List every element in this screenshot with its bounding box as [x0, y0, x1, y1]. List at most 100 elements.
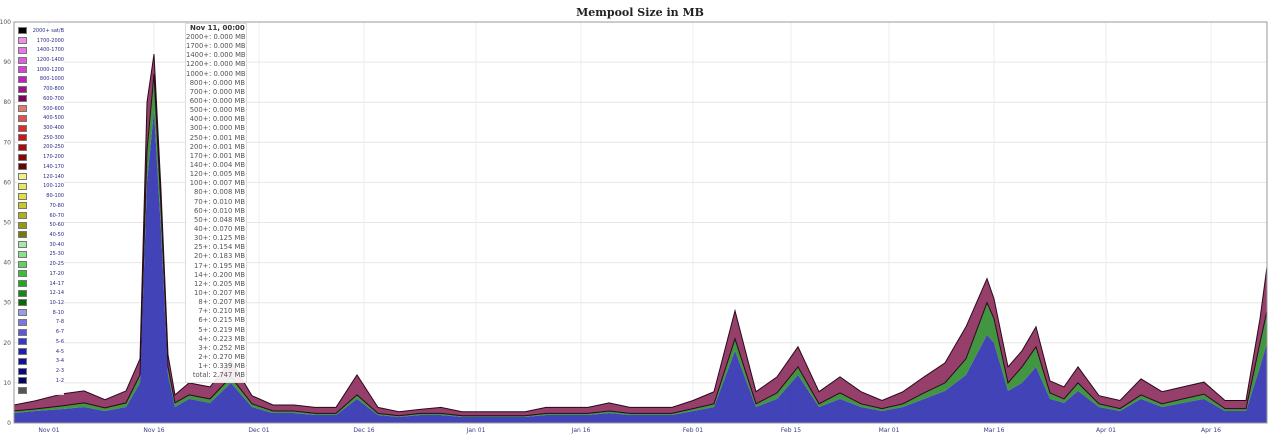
- tooltip-row: 70+: 0.010 MB: [186, 198, 246, 207]
- legend-label: 5-6: [55, 338, 64, 345]
- tooltip-row-key: 200+: [189, 142, 209, 151]
- legend-item[interactable]: 700-800: [18, 84, 64, 94]
- tooltip-row-key: 17+: [194, 261, 209, 270]
- legend-item[interactable]: 1200-1400: [18, 55, 64, 65]
- tooltip-row-value: 0.048 MB: [212, 215, 245, 224]
- legend-item[interactable]: 400-500: [18, 113, 64, 123]
- legend-item[interactable]: 20-25: [18, 259, 64, 269]
- legend-item[interactable]: 60-70: [18, 211, 64, 221]
- legend-item[interactable]: 2000+ sat/B: [18, 26, 64, 36]
- legend-item[interactable]: 600-700: [18, 94, 64, 104]
- tooltip-row-value: 0.005 MB: [212, 170, 245, 179]
- legend-label: 400-500: [43, 115, 64, 122]
- tooltip-row-value: 0.223 MB: [212, 334, 245, 343]
- tooltip-rows: 2000+: 0.000 MB 1700+: 0.000 MB 1400+: 0.0…: [186, 33, 246, 380]
- tooltip-row: 120+: 0.005 MB: [186, 170, 246, 179]
- legend-label: 60-70: [49, 212, 64, 219]
- tooltip-row-value: 0.215 MB: [212, 316, 245, 325]
- legend-label: 1200-1400: [36, 57, 64, 64]
- tooltip-row-value: 0.001 MB: [212, 142, 245, 151]
- legend-item[interactable]: 140-170: [18, 162, 64, 172]
- x-tick-label: Feb 15: [781, 427, 801, 434]
- legend-item[interactable]: 6-7: [18, 327, 64, 337]
- x-tick-label: Jan 01: [466, 427, 486, 434]
- tooltip-row-key: 7+: [198, 307, 209, 316]
- legend-item[interactable]: 50-60: [18, 220, 64, 230]
- legend-label: 170-200: [43, 154, 64, 161]
- legend-item[interactable]: 1400-1700: [18, 45, 64, 55]
- x-tick-label: Nov 16: [143, 427, 164, 434]
- legend-item[interactable]: 7-8: [18, 318, 64, 328]
- tooltip-row-key: 700+: [189, 87, 209, 96]
- y-tick-label: 40: [3, 260, 11, 267]
- tooltip-row: 1000+: 0.000 MB: [186, 70, 246, 79]
- legend-swatch: [18, 95, 27, 103]
- tooltip-row: 80+: 0.008 MB: [186, 188, 246, 197]
- tooltip-row: 600+: 0.000 MB: [186, 97, 246, 106]
- tooltip-title: Nov 11, 00:00: [190, 24, 245, 32]
- tooltip-row: total: 2.747 MB: [186, 371, 246, 380]
- legend-item[interactable]: [18, 386, 64, 396]
- tooltip-row: 5+: 0.219 MB: [186, 326, 246, 335]
- legend-item[interactable]: 300-400: [18, 123, 64, 133]
- tooltip-row-key: 60+: [194, 206, 209, 215]
- tooltip-row-key: 400+: [189, 115, 209, 124]
- legend-item[interactable]: 200-250: [18, 143, 64, 153]
- legend-swatch: [18, 66, 27, 74]
- legend-item[interactable]: 25-30: [18, 250, 64, 260]
- legend-item[interactable]: 10-12: [18, 298, 64, 308]
- tooltip-row-value: 0.195 MB: [212, 261, 245, 270]
- legend-label: 17-20: [49, 270, 64, 277]
- tooltip-row-key: 1000+: [186, 69, 209, 78]
- legend-item[interactable]: 12-14: [18, 288, 64, 298]
- legend-swatch: [18, 231, 27, 239]
- legend-item[interactable]: 8-10: [18, 308, 64, 318]
- legend-item[interactable]: 5-6: [18, 337, 64, 347]
- legend-item[interactable]: 17-20: [18, 269, 64, 279]
- legend-item[interactable]: 1700-2000: [18, 36, 64, 46]
- tooltip-row-value: 0.210 MB: [212, 307, 245, 316]
- tooltip-row: 1700+: 0.000 MB: [186, 42, 246, 51]
- tooltip-row-key: 800+: [189, 78, 209, 87]
- legend-item[interactable]: 30-40: [18, 240, 64, 250]
- legend-swatch: [18, 212, 27, 220]
- tooltip-row-key: 1+: [198, 362, 209, 371]
- legend-label: 30-40: [49, 241, 64, 248]
- legend-label: 10-12: [49, 299, 64, 306]
- tooltip-row-key: 1200+: [186, 60, 209, 69]
- legend-item[interactable]: 40-50: [18, 230, 64, 240]
- legend-label: 40-50: [49, 231, 64, 238]
- legend-swatch: [18, 27, 27, 35]
- legend-swatch: [18, 37, 27, 45]
- legend-swatch: [18, 134, 27, 142]
- legend-swatch: [18, 348, 27, 356]
- tooltip-row: 400+: 0.000 MB: [186, 115, 246, 124]
- legend-item[interactable]: 80-100: [18, 191, 64, 201]
- legend-label: 4-5: [55, 348, 64, 355]
- tooltip-row-value: 0.154 MB: [212, 243, 245, 252]
- legend-label: 12-14: [49, 290, 64, 297]
- tooltip-row-value: 0.339 MB: [212, 362, 245, 371]
- tooltip-row-value: 0.205 MB: [212, 279, 245, 288]
- tooltip-row: 25+: 0.154 MB: [186, 243, 246, 252]
- legend-swatch: [18, 299, 27, 307]
- tooltip-row: 500+: 0.000 MB: [186, 106, 246, 115]
- legend-item[interactable]: 250-300: [18, 133, 64, 143]
- legend-item[interactable]: 14-17: [18, 279, 64, 289]
- tooltip-row-key: 3+: [198, 343, 209, 352]
- tooltip-row-key: 100+: [189, 179, 209, 188]
- legend-item[interactable]: 1000-1200: [18, 65, 64, 75]
- legend-label: 500-600: [43, 105, 64, 112]
- legend-item[interactable]: 100-120: [18, 182, 64, 192]
- legend-item[interactable]: 1-2: [18, 376, 64, 386]
- legend-item[interactable]: 4-5: [18, 347, 64, 357]
- legend-item[interactable]: 70-80: [18, 201, 64, 211]
- tooltip-row-value: 0.000 MB: [212, 87, 245, 96]
- legend-item[interactable]: 800-1000: [18, 75, 64, 85]
- legend-item[interactable]: 3-4: [18, 356, 64, 366]
- legend-item[interactable]: 2-3: [18, 366, 64, 376]
- legend-item[interactable]: 170-200: [18, 152, 64, 162]
- legend-item[interactable]: 500-600: [18, 104, 64, 114]
- legend-item[interactable]: 120-140: [18, 172, 64, 182]
- legend-swatch: [18, 153, 27, 161]
